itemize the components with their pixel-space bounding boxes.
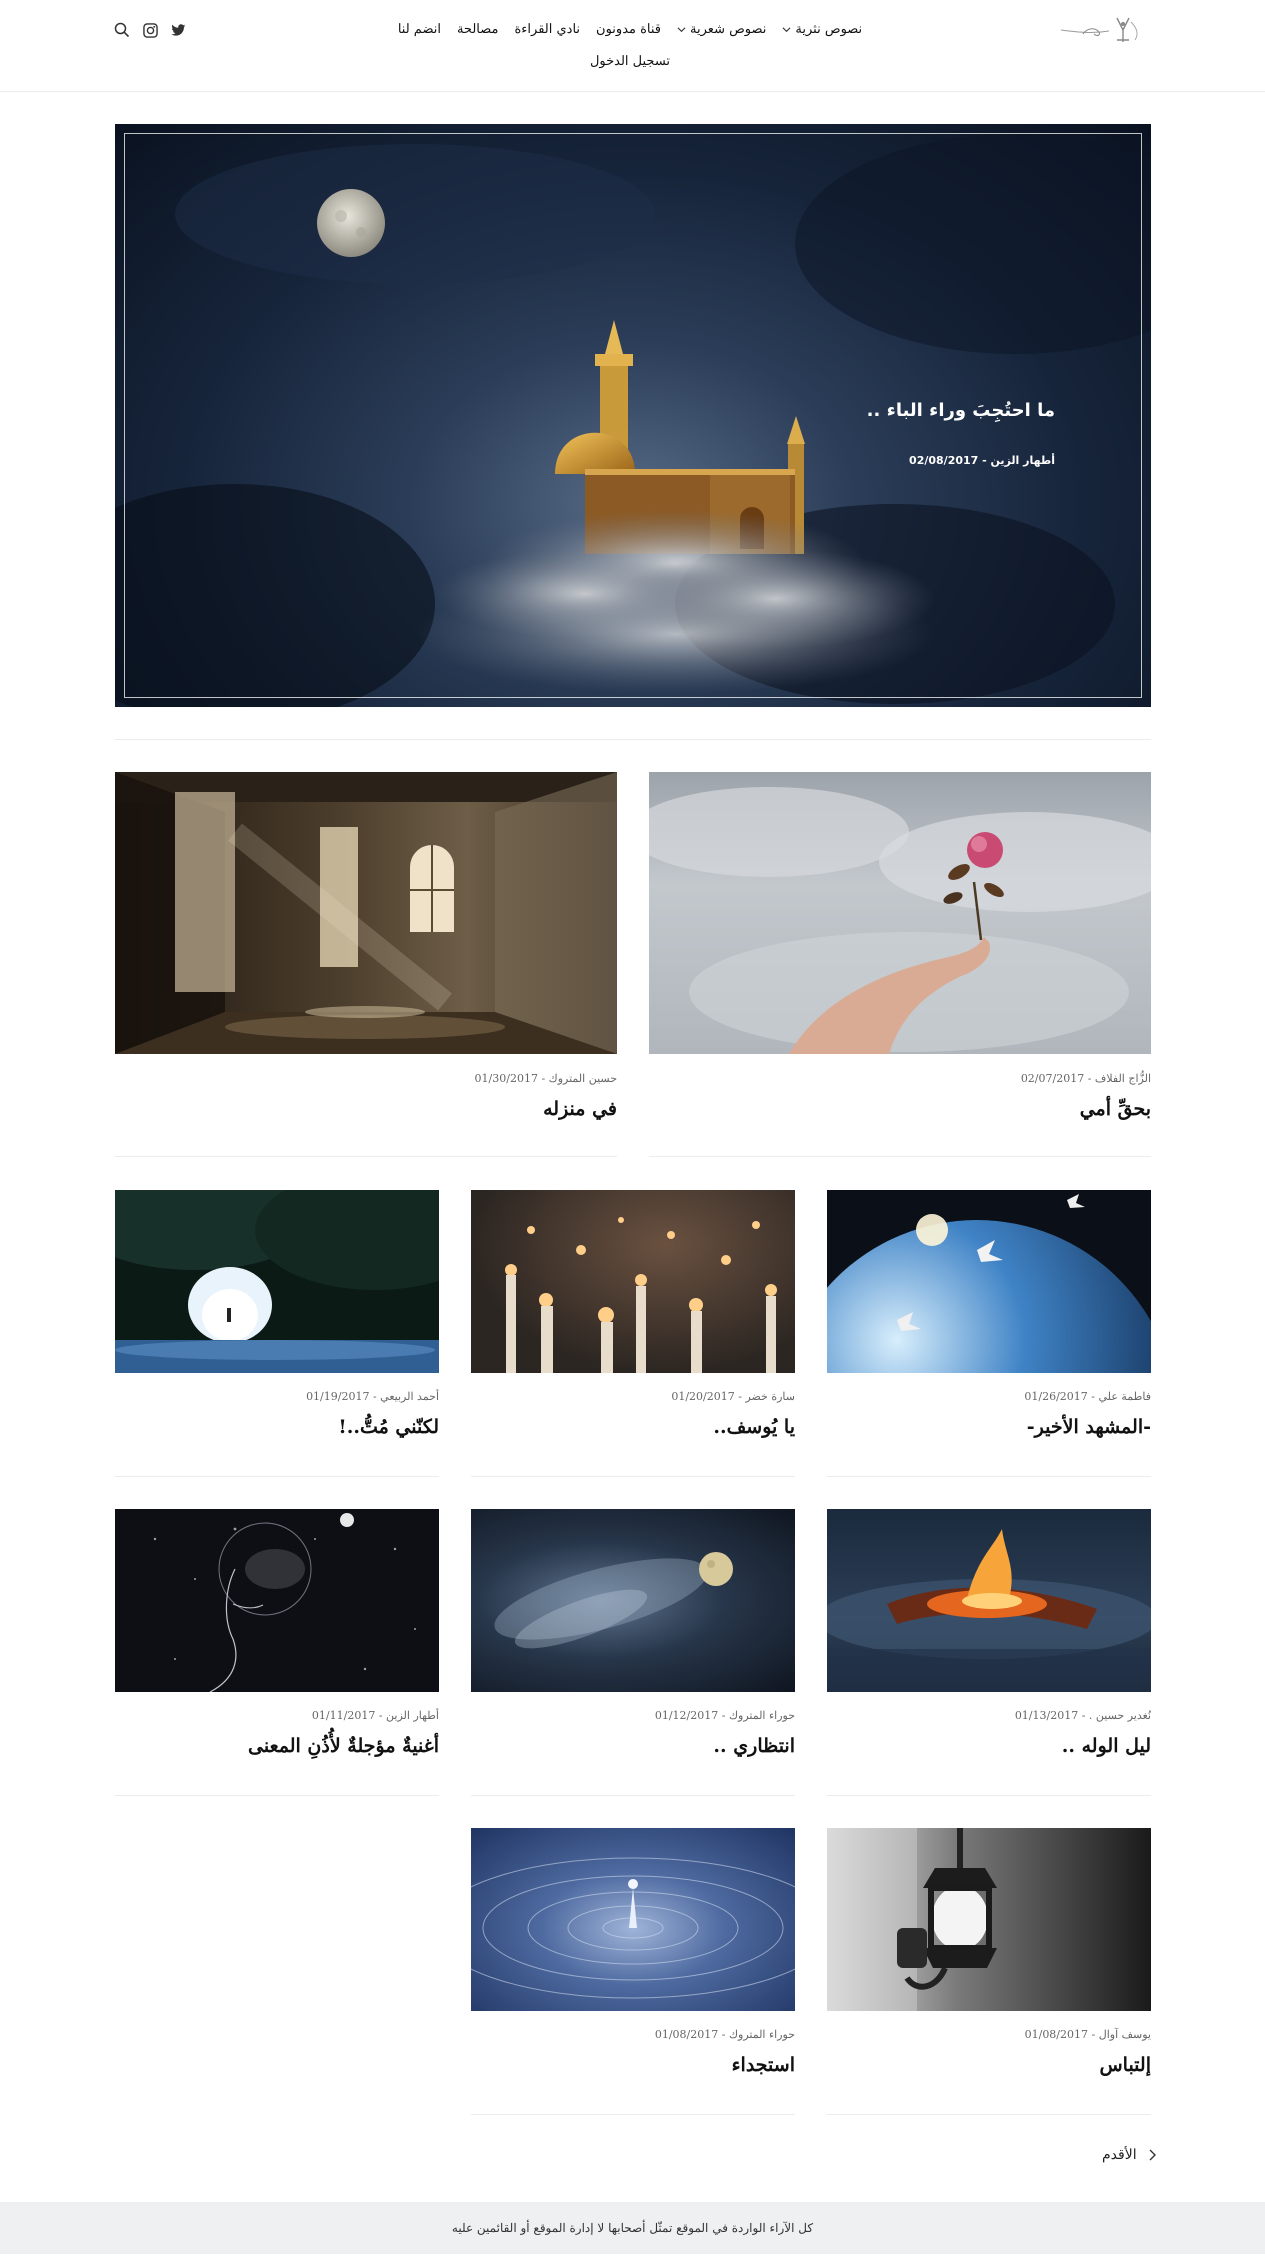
divider bbox=[115, 739, 1151, 740]
post-meta: حوراء المتروك - 01/12/2017 bbox=[654, 1709, 795, 1722]
nav-item-reconciliation[interactable]: مصالحة bbox=[457, 14, 499, 46]
post-thumbnail[interactable] bbox=[827, 1190, 1151, 1373]
featured-post-hero[interactable]: ما احتُجِبَ وراء الباء .. أطهار الزين - … bbox=[115, 124, 1151, 707]
chevron-right-icon bbox=[1149, 2149, 1156, 2161]
post-divider bbox=[115, 1795, 439, 1796]
post-thumbnail[interactable] bbox=[649, 772, 1151, 1054]
header-icons bbox=[114, 20, 186, 40]
post-card[interactable]: يوسف آوال - 01/08/2017 إلتباس bbox=[827, 1828, 1151, 2115]
post-meta: أطهار الزين - 01/11/2017 bbox=[311, 1709, 439, 1722]
post-card[interactable]: حسين المتروك - 01/30/2017 في منزله bbox=[115, 772, 617, 1157]
main-nav: نصوص نثرية نصوص شعرية قناة مدونون نادي القر… bbox=[330, 14, 930, 78]
nav-item-label: انضم لنا bbox=[397, 22, 441, 37]
post-title[interactable]: بحقِّ أمي bbox=[1080, 1098, 1151, 1120]
post-divider bbox=[115, 1156, 617, 1157]
post-meta: فاطمة علي - 01/26/2017 bbox=[1024, 1390, 1151, 1403]
instagram-icon[interactable] bbox=[143, 22, 158, 38]
post-title[interactable]: ليل الوله .. bbox=[1062, 1735, 1151, 1757]
nav-item-join[interactable]: انضم لنا bbox=[398, 14, 441, 46]
post-thumbnail[interactable] bbox=[115, 1509, 439, 1692]
post-divider bbox=[827, 1476, 1151, 1477]
post-card[interactable]: أحمد الربيعي - 01/19/2017 لكنّني مُتُّ..… bbox=[115, 1190, 439, 1477]
post-card[interactable]: الزُّاج الفلاف - 02/07/2017 بحقِّ أمي bbox=[649, 772, 1151, 1157]
post-thumbnail[interactable] bbox=[827, 1509, 1151, 1692]
post-title[interactable]: يا يُوسف.. bbox=[713, 1416, 795, 1438]
post-divider bbox=[471, 2114, 795, 2115]
post-divider bbox=[827, 2114, 1151, 2115]
twitter-icon[interactable] bbox=[171, 23, 186, 37]
site-header: نصوص نثرية نصوص شعرية قناة مدونون نادي القر… bbox=[0, 0, 1265, 92]
older-posts-label: الأقدم bbox=[1102, 2147, 1137, 2163]
post-meta: حسين المتروك - 01/30/2017 bbox=[474, 1072, 617, 1085]
post-divider bbox=[471, 1476, 795, 1477]
post-title[interactable]: استجداء bbox=[732, 2054, 795, 2076]
nav-item-prose[interactable]: نصوص نثرية bbox=[782, 14, 862, 46]
post-divider bbox=[827, 1795, 1151, 1796]
post-card[interactable]: حوراء المتروك - 01/12/2017 انتظاري .. bbox=[471, 1509, 795, 1796]
site-logo[interactable] bbox=[1057, 10, 1145, 46]
post-card[interactable]: سارة خضر - 01/20/2017 يا يُوسف.. bbox=[471, 1190, 795, 1477]
post-thumbnail[interactable] bbox=[471, 1828, 795, 2011]
post-card[interactable]: أطهار الزين - 01/11/2017 أغنيةٌ مؤجلةٌ ل… bbox=[115, 1509, 439, 1796]
nav-item-label: نصوص نثرية bbox=[795, 22, 863, 37]
post-title[interactable]: انتظاري .. bbox=[713, 1735, 795, 1757]
nav-item-login[interactable]: تسجيل الدخول bbox=[590, 46, 670, 78]
search-icon[interactable] bbox=[114, 22, 130, 38]
nav-item-channel[interactable]: قناة مدونون bbox=[596, 14, 661, 46]
hero-title[interactable]: ما احتُجِبَ وراء الباء .. bbox=[867, 400, 1055, 421]
post-meta: يوسف آوال - 01/08/2017 bbox=[1024, 2028, 1151, 2041]
post-thumbnail[interactable] bbox=[471, 1190, 795, 1373]
post-card[interactable]: فاطمة علي - 01/26/2017 -المشهد الأخير- bbox=[827, 1190, 1151, 1477]
post-thumbnail[interactable] bbox=[115, 1190, 439, 1373]
post-divider bbox=[471, 1795, 795, 1796]
nav-item-label: مصالحة bbox=[456, 22, 499, 37]
nav-item-label: تسجيل الدخول bbox=[589, 54, 671, 69]
post-thumbnail[interactable] bbox=[471, 1509, 795, 1692]
post-meta: أحمد الربيعي - 01/19/2017 bbox=[306, 1390, 439, 1403]
nav-item-label: نصوص شعرية bbox=[690, 22, 767, 37]
nav-item-reading-club[interactable]: نادي القراءة bbox=[514, 14, 580, 46]
hero-meta: أطهار الزين - 02/08/2017 bbox=[909, 454, 1055, 467]
nav-item-label: نادي القراءة bbox=[514, 22, 581, 37]
post-meta: الزُّاج الفلاف - 02/07/2017 bbox=[1020, 1072, 1151, 1085]
chevron-down-icon bbox=[677, 27, 686, 33]
post-title[interactable]: -المشهد الأخير- bbox=[1027, 1416, 1151, 1438]
post-meta: نُغدير حسين . - 01/13/2017 bbox=[1014, 1709, 1151, 1722]
post-title[interactable]: إلتباس bbox=[1099, 2054, 1151, 2076]
post-card[interactable]: حوراء المتروك - 01/08/2017 استجداء bbox=[471, 1828, 795, 2115]
post-meta: سارة خضر - 01/20/2017 bbox=[671, 1390, 795, 1403]
post-title[interactable]: لكنّني مُتُّ..! bbox=[338, 1416, 439, 1438]
post-card[interactable]: نُغدير حسين . - 01/13/2017 ليل الوله .. bbox=[827, 1509, 1151, 1796]
post-thumbnail[interactable] bbox=[827, 1828, 1151, 2011]
site-footer: كل الآراء الواردة في الموقع تمثّل أصحابه… bbox=[0, 2202, 1265, 2254]
post-title[interactable]: أغنيةٌ مؤجلةٌ لأُذُنِ المعنى bbox=[248, 1735, 439, 1757]
chevron-down-icon bbox=[782, 27, 791, 33]
post-divider bbox=[649, 1156, 1151, 1157]
post-divider bbox=[115, 1476, 439, 1477]
nav-item-label: قناة مدونون bbox=[596, 22, 662, 37]
footer-disclaimer: كل الآراء الواردة في الموقع تمثّل أصحابه… bbox=[451, 2221, 814, 2235]
nav-item-poetry[interactable]: نصوص شعرية bbox=[677, 14, 766, 46]
post-title[interactable]: في منزله bbox=[543, 1098, 617, 1120]
post-thumbnail[interactable] bbox=[115, 772, 617, 1054]
older-posts-link[interactable]: الأقدم bbox=[1102, 2147, 1157, 2163]
post-meta: حوراء المتروك - 01/08/2017 bbox=[654, 2028, 795, 2041]
